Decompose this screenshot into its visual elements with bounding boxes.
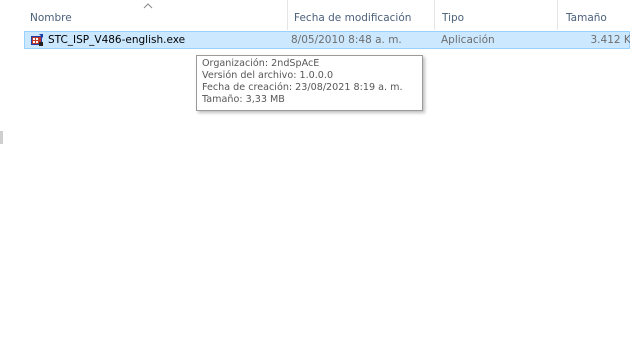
- column-header-size[interactable]: Tamaño: [557, 0, 630, 30]
- application-exe-icon: [31, 34, 43, 46]
- tooltip-organization: Organización: 2ndSpAcE: [202, 58, 320, 69]
- file-size: 3.412 KB: [590, 34, 630, 46]
- column-header-name[interactable]: Nombre: [30, 0, 285, 30]
- file-name[interactable]: STC_ISP_V486-english.exe: [48, 32, 185, 48]
- file-row-selected[interactable]: STC_ISP_V486-english.exe 8/05/2010 8:48 …: [24, 31, 630, 49]
- file-explorer-details-pane: Nombre Fecha de modificación Tipo Tamaño…: [0, 0, 630, 352]
- file-type: Aplicación: [441, 34, 495, 46]
- column-header-date-modified[interactable]: Fecha de modificación: [287, 0, 430, 30]
- pane-splitter-edge[interactable]: [0, 131, 3, 144]
- tooltip-size: Tamaño: 3,33 MB: [202, 94, 285, 105]
- tooltip-creation-date: Fecha de creación: 23/08/2021 8:19 a. m.: [202, 82, 403, 93]
- file-date-modified: 8/05/2010 8:48 a. m.: [291, 34, 402, 46]
- column-header-type[interactable]: Tipo: [434, 0, 554, 30]
- column-header-row: Nombre Fecha de modificación Tipo Tamaño: [0, 0, 630, 30]
- file-info-tooltip: Organización: 2ndSpAcE Versión del archi…: [196, 55, 423, 111]
- tooltip-file-version: Versión del archivo: 1.0.0.0: [202, 70, 334, 81]
